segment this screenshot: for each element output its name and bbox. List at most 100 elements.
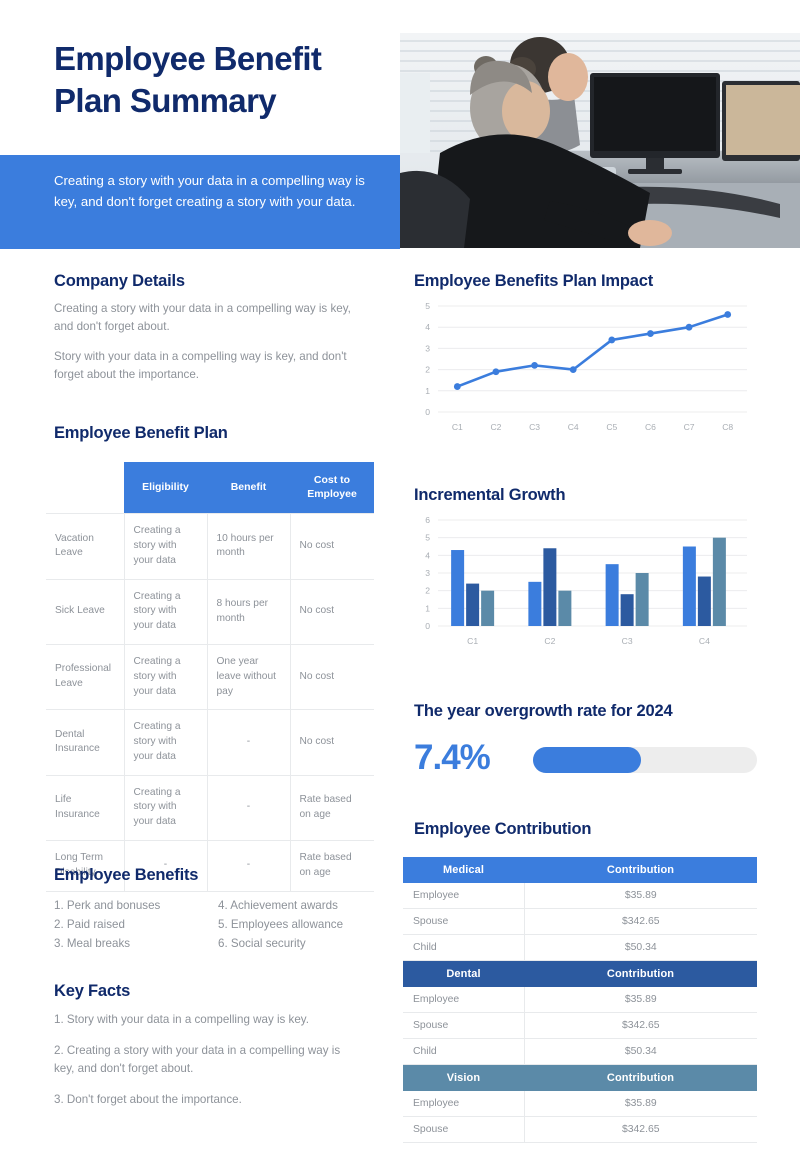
benefit-plan-cell: - <box>207 709 291 776</box>
benefit-plan-cell: 8 hours per month <box>207 579 291 645</box>
benefit-plan-cell: Professional Leave <box>46 644 125 711</box>
x-axis-tick-label: C4 <box>699 636 710 646</box>
bar-segment <box>481 590 495 626</box>
benefit-plan-cell: Creating a story with your data <box>124 644 208 711</box>
table-row: Child $50.34 <box>403 1038 757 1065</box>
line-data-point <box>724 311 732 318</box>
key-facts-heading: Key Facts <box>54 982 131 1000</box>
growth-rate-progress-track <box>533 747 757 773</box>
contribution-row-value: $342.65 <box>524 1116 757 1143</box>
employee-contribution-heading: Employee Contribution <box>414 820 592 838</box>
contribution-section-name: Medical <box>403 857 524 883</box>
contribution-section-header: Medical Contribution <box>403 857 757 883</box>
company-details-paragraph-1: Creating a story with your data in a com… <box>54 302 351 333</box>
benefit-plan-cell: No cost <box>290 579 374 645</box>
x-axis-tick-label: C3 <box>622 636 633 646</box>
contribution-value-header: Contribution <box>524 857 757 883</box>
bar-segment <box>605 564 619 626</box>
bar-chart-title: Incremental Growth <box>414 486 566 504</box>
contribution-row-value: $50.34 <box>524 1038 757 1065</box>
x-axis-tick-label: C1 <box>467 636 478 646</box>
y-axis-tick-label: 0 <box>425 407 430 417</box>
benefit-plan-cell: Creating a story with your data <box>124 513 208 580</box>
benefit-plan-cell: - <box>207 775 291 842</box>
contribution-row-label: Spouse <box>403 1012 525 1039</box>
table-row: Employee $35.89 <box>403 883 757 909</box>
header-band-text: Creating a story with your data in a com… <box>54 173 365 210</box>
list-item: 4. Achievement awards <box>218 899 338 912</box>
list-item: 2. Paid raised <box>54 917 125 931</box>
page-title-line2: Plan Summary <box>54 82 277 120</box>
benefit-plan-cell: Creating a story with your data <box>124 579 208 645</box>
contribution-row-value: $342.65 <box>524 1012 757 1039</box>
line-chart-title: Employee Benefits Plan Impact <box>414 272 654 290</box>
benefit-plan-cell: No cost <box>290 513 374 580</box>
y-axis-tick-label: 5 <box>425 533 430 543</box>
benefit-plan-cell: Creating a story with your data <box>124 709 208 776</box>
bar-segment <box>528 581 542 626</box>
benefit-plan-cell: 10 hours per month <box>207 513 291 580</box>
contribution-row-label: Employee <box>403 987 525 1013</box>
benefit-plan-header-blank <box>46 462 124 514</box>
benefit-plan-table: Eligibility Benefit Cost to Employee Vac… <box>46 462 374 892</box>
line-data-point <box>531 361 538 369</box>
bar-segment <box>682 546 696 626</box>
benefit-plan-cell: Dental Insurance <box>46 709 125 776</box>
line-data-point <box>569 366 577 373</box>
benefit-plan-header-eligibility: Eligibility <box>124 462 207 514</box>
growth-rate-progress-fill <box>533 747 641 773</box>
x-axis-tick-label: C3 <box>529 422 540 432</box>
key-fact-3: 3. Don't forget about the importance. <box>54 1093 242 1106</box>
benefit-plan-cell: No cost <box>290 644 374 711</box>
contribution-value-header: Contribution <box>524 1064 757 1091</box>
contribution-row-label: Spouse <box>403 1116 525 1143</box>
benefit-plan-cell: Rate based on age <box>290 840 374 892</box>
x-axis-tick-label: C8 <box>722 422 733 432</box>
contribution-row-value: $342.65 <box>524 908 757 935</box>
x-axis-tick-label: C6 <box>645 422 656 432</box>
contribution-row-label: Employee <box>403 883 525 909</box>
office-workers-photo <box>400 33 800 248</box>
key-fact-2: 2. Creating a story with your data in a … <box>54 1044 341 1075</box>
company-details-heading: Company Details <box>54 272 185 290</box>
benefit-plan-header-row: Eligibility Benefit Cost to Employee <box>46 462 374 514</box>
incremental-growth-chart: 0 1 2 3 4 5 6 C1 C2 C3 C4 <box>410 512 755 652</box>
bar-segment <box>558 590 572 626</box>
benefit-plan-cell: One year leave without pay <box>207 644 291 711</box>
x-axis-tick-label: C7 <box>684 422 695 432</box>
x-axis-tick-label: C2 <box>490 422 501 432</box>
list-item: 1. Perk and bonuses <box>54 899 161 912</box>
table-row: Sick Leave Creating a story with your dat… <box>46 579 374 645</box>
table-row: Spouse $342.65 <box>403 1116 757 1143</box>
line-data-point <box>685 323 693 331</box>
benefit-plan-cell: Life Insurance <box>46 775 125 842</box>
benefit-plan-cell: Creating a story with your data <box>124 775 208 842</box>
contribution-row-value: $50.34 <box>524 934 757 961</box>
employee-benefits-plan-impact-chart: 0 1 2 3 4 5 C1 C2 C3 C4 C5 C6 C7 C8 <box>410 298 755 438</box>
x-axis-tick-label: C1 <box>452 422 463 432</box>
y-axis-tick-label: 3 <box>425 343 430 353</box>
list-item: 3. Meal breaks <box>54 936 131 950</box>
bar-segment <box>697 576 711 626</box>
contribution-section-name: Dental <box>403 960 524 987</box>
benefit-plan-cell: Vacation Leave <box>46 513 125 580</box>
x-axis-tick-label: C2 <box>544 636 555 646</box>
contribution-row-value: $35.89 <box>524 1091 757 1117</box>
benefit-plan-cell: - <box>207 840 291 892</box>
table-row: Employee $35.89 <box>403 1091 757 1117</box>
y-axis-tick-label: 2 <box>425 365 430 375</box>
growth-rate-value: 7.4% <box>414 738 491 777</box>
contribution-row-label: Child <box>403 934 525 961</box>
employee-benefits-left-list: 1. Perk and bonuses 2. Paid raised 3. Meal… <box>54 897 214 953</box>
y-axis-tick-label: 1 <box>425 603 430 613</box>
y-axis-tick-label: 4 <box>425 322 430 332</box>
benefit-plan-header-cost: Cost to Employee <box>290 462 374 514</box>
contribution-section-name: Vision <box>403 1064 524 1091</box>
line-data-point <box>453 383 461 390</box>
bar-segment <box>451 550 465 626</box>
contribution-row-label: Child <box>403 1038 525 1065</box>
employee-benefits-right-list: 4. Achievement awards 5. Employees allowa… <box>218 897 393 953</box>
y-axis-tick-label: 0 <box>425 621 430 631</box>
company-details-paragraph-2: Story with your data in a compelling way… <box>54 350 347 381</box>
y-axis-tick-label: 4 <box>425 550 430 560</box>
